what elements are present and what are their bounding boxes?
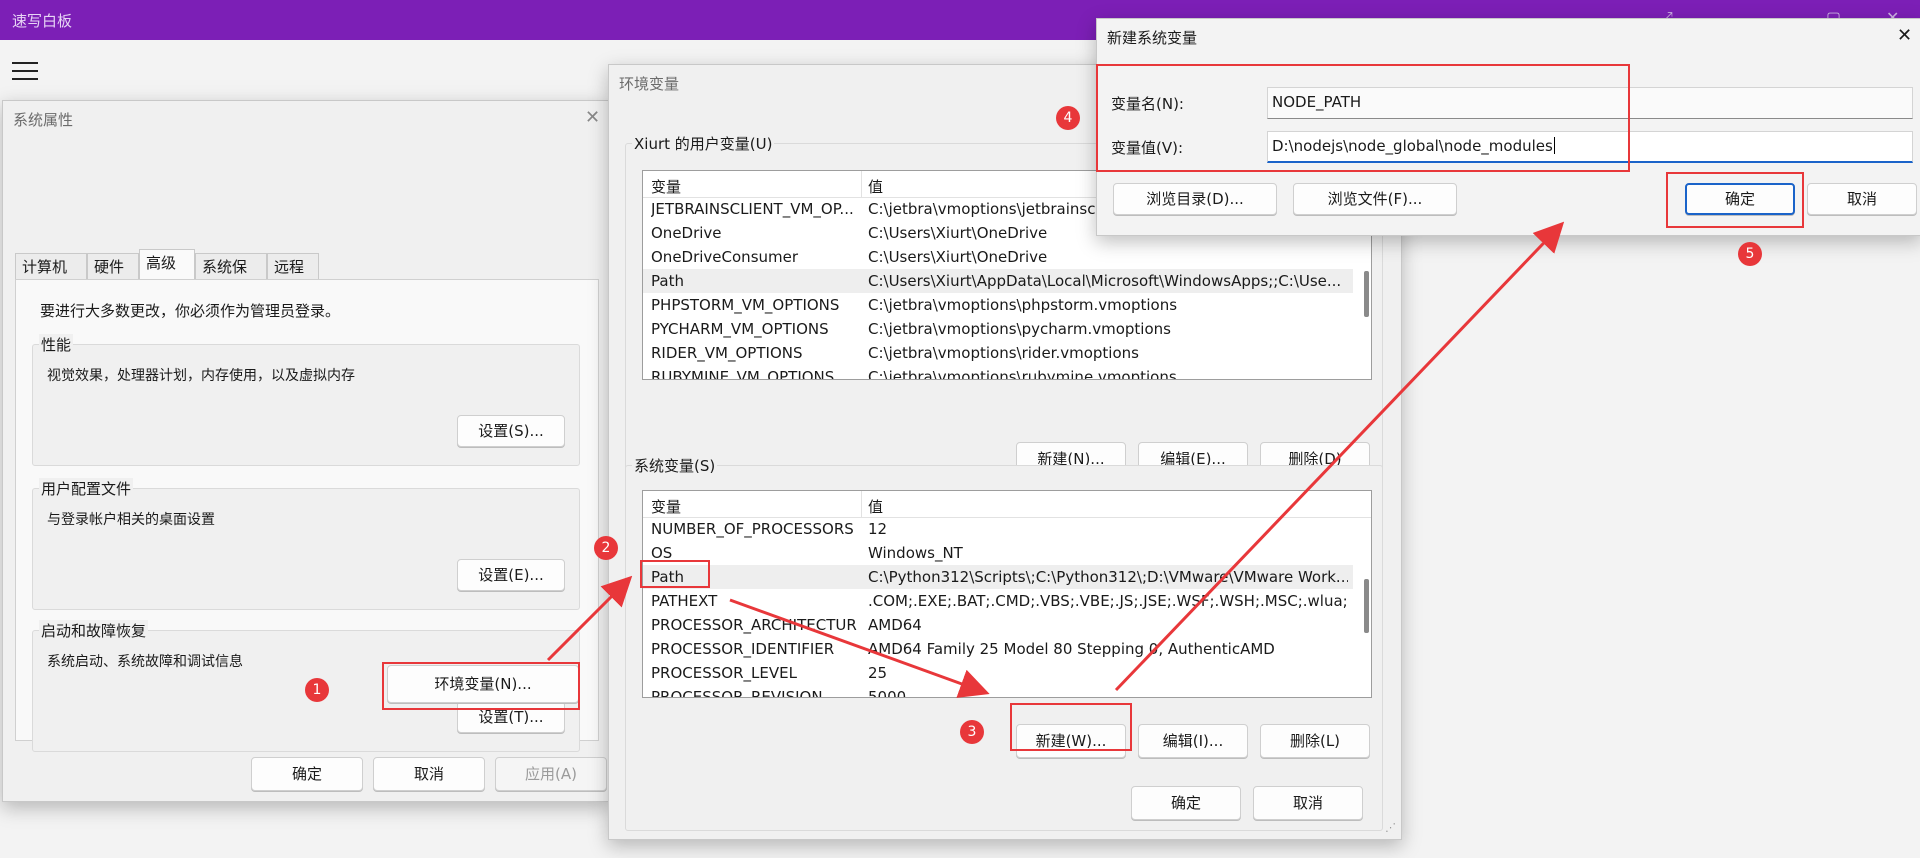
arrow-1-to-2: [546, 575, 633, 662]
arrow-2-to-3: [729, 598, 990, 698]
step-marker-3: 3: [960, 720, 984, 744]
arrow-3-to-4: [1114, 221, 1565, 692]
step-marker-5: 5: [1738, 242, 1762, 266]
step-marker-1: 1: [305, 678, 329, 702]
step-marker-4: 4: [1056, 106, 1080, 130]
step-marker-2: 2: [594, 536, 618, 560]
